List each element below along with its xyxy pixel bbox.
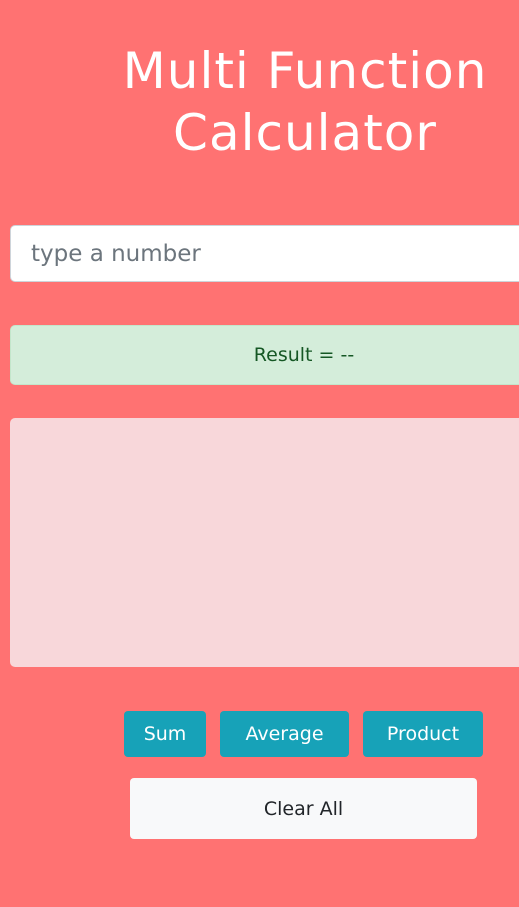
product-button[interactable]: Product <box>363 711 483 757</box>
result-display: Result = -- <box>10 325 519 385</box>
title-line-2: Calculator <box>173 104 437 162</box>
numbers-list-area <box>10 418 519 667</box>
page-title: Multi Function Calculator <box>95 40 515 164</box>
clear-all-button[interactable]: Clear All <box>130 778 477 839</box>
number-input[interactable] <box>10 225 519 282</box>
title-line-1: Multi Function <box>122 42 488 100</box>
average-button[interactable]: Average <box>220 711 349 757</box>
result-text: Result = -- <box>253 344 355 366</box>
sum-button[interactable]: Sum <box>124 711 206 757</box>
